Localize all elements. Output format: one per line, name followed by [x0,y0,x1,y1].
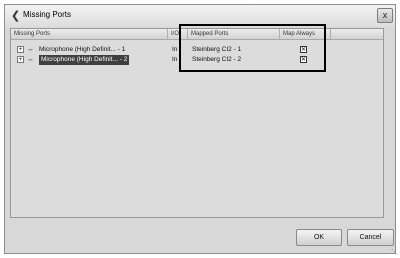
back-arrow-icon: ❮ [11,10,21,22]
port-connector-icon: ↔ [27,56,34,63]
close-icon: x [382,10,388,20]
column-header-missing-ports[interactable]: Missing Ports [11,29,168,40]
highlight-callout [179,24,326,72]
io-value: In [172,46,178,53]
resize-grip-icon[interactable]: ⋱ [391,249,399,257]
cancel-button[interactable]: Cancel [347,229,394,246]
close-button[interactable]: x [377,8,393,23]
dialog-title: Missing Ports [23,10,72,19]
ok-button[interactable]: OK [296,229,342,246]
port-name: Microphone (High Definit... - 1 [39,46,126,53]
io-value: In [172,56,178,63]
port-name: Microphone (High Definit... - 2 [39,55,130,65]
port-connector-icon: ↔ [27,46,34,53]
expand-icon[interactable]: + [17,46,24,53]
expand-icon[interactable]: + [17,56,24,63]
